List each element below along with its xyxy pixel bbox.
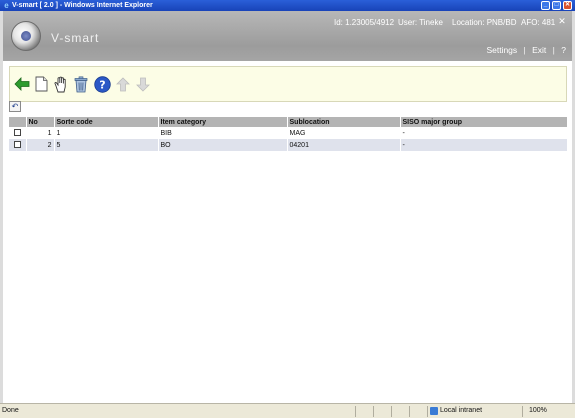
hand-select-icon[interactable] — [52, 75, 70, 93]
settings-link[interactable]: Settings — [486, 45, 517, 55]
column-header-item-category: Item category — [158, 117, 288, 127]
column-header-sorte-code: Sorte code — [54, 117, 159, 127]
close-window-button[interactable]: ✕ — [563, 1, 572, 10]
refresh-icon[interactable]: ↶ — [9, 101, 21, 112]
minimize-button[interactable]: _ — [541, 1, 550, 10]
status-divider — [522, 406, 523, 417]
trash-icon[interactable] — [72, 75, 90, 93]
cell-siso-major-group: - — [400, 139, 568, 151]
maximize-button[interactable]: □ — [552, 1, 561, 10]
toolbar: ? — [9, 66, 567, 102]
back-arrow-icon[interactable] — [13, 75, 31, 93]
results-table: No Sorte code Item category Sublocation … — [9, 117, 568, 151]
table-row[interactable]: 1 1 BIB MAG - — [9, 127, 568, 139]
cell-sublocation: 04201 — [287, 139, 401, 151]
help-link[interactable]: ? — [561, 45, 566, 55]
window-title: V-smart [ 2.0 ] - Windows Internet Explo… — [12, 2, 153, 9]
zoom-level[interactable]: 100% — [529, 407, 547, 414]
internet-explorer-icon: e — [4, 1, 9, 10]
column-header-sublocation: Sublocation — [287, 117, 401, 127]
new-document-icon[interactable] — [32, 75, 50, 93]
select-column-header — [9, 117, 27, 127]
cell-no: 1 — [26, 127, 55, 139]
brand-name: V-smart — [51, 31, 100, 45]
row-checkbox[interactable] — [14, 140, 21, 148]
column-header-no: No — [26, 117, 55, 127]
cell-siso-major-group: - — [400, 127, 568, 139]
local-intranet-icon — [430, 407, 438, 415]
cell-sorte-code: 5 — [54, 139, 159, 151]
status-divider — [391, 406, 392, 417]
table-row[interactable]: 2 5 BO 04201 - — [9, 139, 568, 151]
status-divider — [409, 406, 410, 417]
row-checkbox[interactable] — [14, 128, 21, 136]
status-divider — [427, 406, 428, 417]
help-icon[interactable]: ? — [93, 75, 111, 93]
arrow-down-icon — [134, 75, 152, 93]
afo-label: AFO: 481 — [521, 18, 556, 27]
status-text: Done — [2, 407, 19, 414]
security-zone: Local intranet — [440, 407, 483, 414]
cell-item-category: BIB — [158, 127, 288, 139]
header-nav: Settings | Exit | ? — [486, 45, 566, 55]
cell-sorte-code: 1 — [54, 127, 159, 139]
cell-item-category: BO — [158, 139, 288, 151]
user-label: User: Tineke — [398, 18, 443, 27]
status-divider — [355, 406, 356, 417]
cell-no: 2 — [26, 139, 55, 151]
column-header-siso-major-group: SISO major group — [400, 117, 568, 127]
row-select-cell — [9, 139, 27, 151]
cell-sublocation: MAG — [287, 127, 401, 139]
nav-separator: | — [552, 45, 555, 55]
status-divider — [373, 406, 374, 417]
status-bar: Done Local intranet 100% — [0, 403, 575, 418]
svg-text:?: ? — [99, 78, 105, 91]
exit-link[interactable]: Exit — [532, 45, 546, 55]
window-title-bar: e V-smart [ 2.0 ] - Windows Internet Exp… — [0, 0, 575, 11]
table-header-row: No Sorte code Item category Sublocation … — [9, 117, 568, 127]
row-select-cell — [9, 127, 27, 139]
vsmart-logo — [11, 21, 41, 51]
browser-content: V-smart Id: 1.23005/4912 User: Tineke Lo… — [3, 11, 572, 403]
header-close-icon[interactable]: ✕ — [557, 17, 567, 27]
location-label: Location: PNB/BD — [452, 18, 517, 27]
nav-separator: | — [523, 45, 526, 55]
app-header: V-smart Id: 1.23005/4912 User: Tineke Lo… — [3, 11, 572, 61]
arrow-up-icon — [114, 75, 132, 93]
record-id: Id: 1.23005/4912 — [334, 18, 395, 27]
